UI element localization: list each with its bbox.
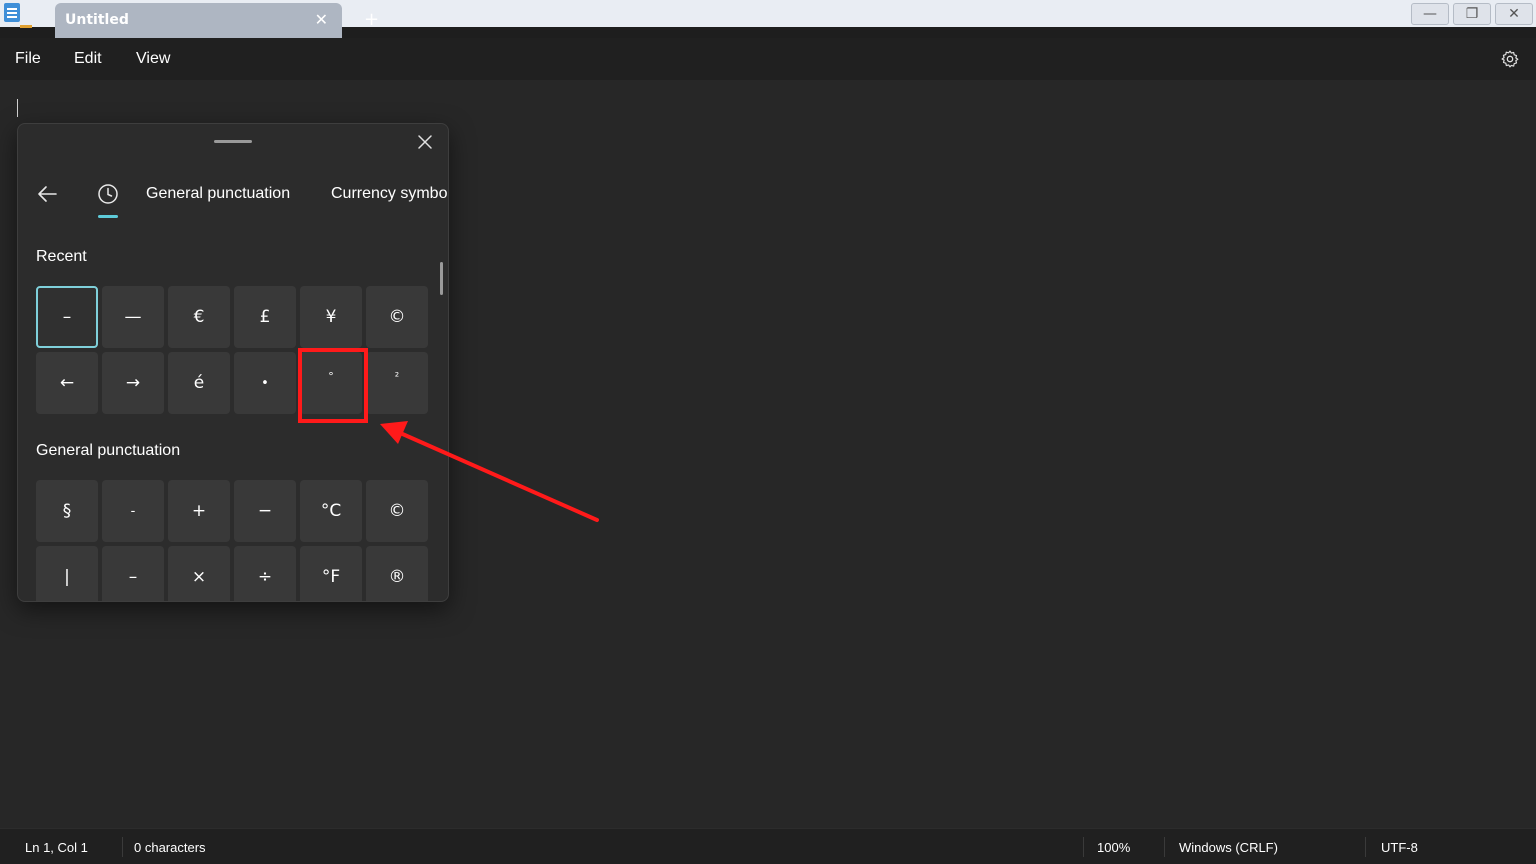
symbol-cell[interactable]: − <box>234 480 296 542</box>
symbol-cell[interactable]: ← <box>36 352 98 414</box>
status-divider <box>1365 837 1366 857</box>
symbol-cell[interactable]: € <box>168 286 230 348</box>
symbol-cell[interactable]: § <box>36 480 98 542</box>
recent-symbol-grid: – — € £ ¥ © ← → é • ° ² <box>36 286 428 414</box>
close-icon[interactable] <box>416 133 434 151</box>
status-divider <box>1164 837 1165 857</box>
recent-section-title: Recent <box>36 248 87 265</box>
symbol-cell[interactable]: °F <box>300 546 362 601</box>
tab-title: Untitled <box>65 12 129 28</box>
tab-close-icon[interactable]: ✕ <box>315 10 328 29</box>
zoom-level[interactable]: 100% <box>1097 840 1130 855</box>
encoding[interactable]: UTF-8 <box>1381 840 1418 855</box>
text-caret <box>17 99 18 117</box>
symbol-cell[interactable]: © <box>366 480 428 542</box>
close-window-button[interactable]: ✕ <box>1495 3 1533 25</box>
line-ending[interactable]: Windows (CRLF) <box>1179 840 1278 855</box>
tab-general-punctuation[interactable]: General punctuation <box>146 185 290 203</box>
symbol-cell[interactable]: ® <box>366 546 428 601</box>
cursor-position: Ln 1, Col 1 <box>25 840 88 855</box>
symbol-cell[interactable]: • <box>234 352 296 414</box>
status-bar: Ln 1, Col 1 0 characters 100% Windows (C… <box>0 828 1536 864</box>
restore-button[interactable]: ❐ <box>1453 3 1491 25</box>
menu-view[interactable]: View <box>136 50 170 68</box>
symbol-picker-panel: General punctuation Currency symbols Rec… <box>17 123 449 602</box>
menu-file[interactable]: File <box>15 50 41 68</box>
status-divider <box>122 837 123 857</box>
title-bar: Untitled ✕ + — ❐ ✕ <box>0 0 1536 38</box>
annotation-highlight-box <box>298 348 368 423</box>
tab-untitled[interactable]: Untitled ✕ <box>55 3 342 38</box>
symbol-cell[interactable]: | <box>36 546 98 601</box>
symbol-cell[interactable]: é <box>168 352 230 414</box>
symbol-cell[interactable]: → <box>102 352 164 414</box>
symbol-cell[interactable]: — <box>102 286 164 348</box>
tab-currency-symbols[interactable]: Currency symbols <box>331 185 448 203</box>
symbol-cell[interactable]: × <box>168 546 230 601</box>
character-count: 0 characters <box>134 840 206 855</box>
symbol-cell[interactable]: °C <box>300 480 362 542</box>
minimize-button[interactable]: — <box>1411 3 1449 25</box>
menu-bar: File Edit View <box>0 38 1536 80</box>
symbol-cell[interactable]: © <box>366 286 428 348</box>
active-tab-indicator <box>98 215 118 218</box>
notepad-icon <box>4 3 32 28</box>
general-punctuation-section-title: General punctuation <box>36 442 181 459</box>
drag-handle[interactable] <box>214 140 252 143</box>
scrollbar-thumb[interactable] <box>440 262 443 295</box>
symbol-cell[interactable]: ¥ <box>300 286 362 348</box>
symbol-cell[interactable]: – <box>102 546 164 601</box>
symbol-cell[interactable]: – <box>36 286 98 348</box>
status-divider <box>1083 837 1084 857</box>
recent-clock-icon[interactable] <box>97 183 119 205</box>
back-arrow-icon[interactable] <box>36 183 58 205</box>
new-tab-icon[interactable]: + <box>364 9 379 30</box>
symbol-cell[interactable]: ² <box>366 352 428 414</box>
menu-edit[interactable]: Edit <box>74 50 102 68</box>
settings-gear-icon[interactable] <box>1500 49 1520 69</box>
general-punctuation-grid: § - + − °C © | – × ÷ °F ® <box>36 480 428 601</box>
symbol-cell[interactable]: £ <box>234 286 296 348</box>
symbol-cell[interactable]: + <box>168 480 230 542</box>
symbol-cell[interactable]: - <box>102 480 164 542</box>
symbol-cell[interactable]: ÷ <box>234 546 296 601</box>
